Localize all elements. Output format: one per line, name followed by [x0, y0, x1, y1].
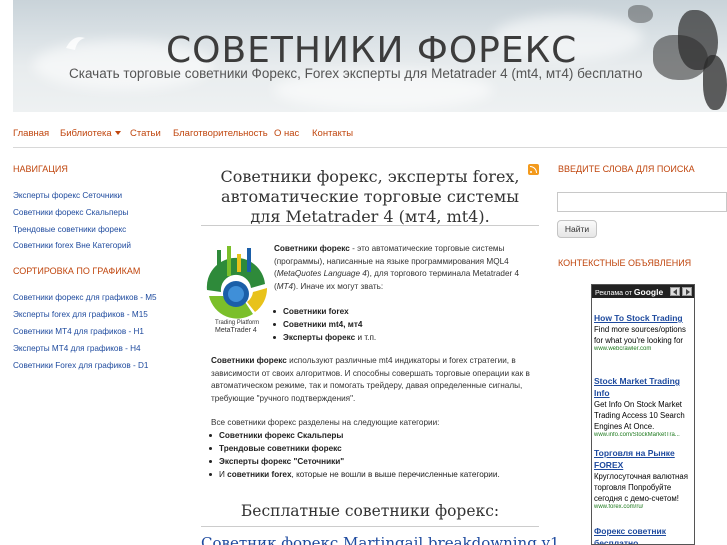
categories-list: Советники форекс Скальперы Трендовые сов… — [208, 429, 500, 481]
nav-item-about[interactable]: О нас — [274, 128, 299, 139]
section-title: Бесплатные советники форекс: — [240, 502, 500, 520]
description-paragraph: Советники форекс используют различные mt… — [211, 355, 539, 405]
list-item: Советники mt4, мт4 — [272, 318, 376, 331]
nav-item-contacts[interactable]: Контакты — [312, 128, 353, 139]
nav-divider — [13, 147, 727, 148]
sort-by-chart-heading: СОРТИРОВКА ПО ГРАФИКАМ — [13, 266, 141, 276]
search-heading: ВВЕДИТЕ СЛОВА ДЛЯ ПОИСКА — [558, 164, 695, 174]
intro-paragraph: Советники форекс - это автоматические то… — [274, 243, 540, 293]
sidebar-link-h1[interactable]: Советники МТ4 для графиков - H1 — [13, 327, 144, 336]
ad-item: Форекс советник бесплатно — [594, 525, 692, 544]
site-subtitle: Скачать торговые советники Форекс, Forex… — [69, 66, 643, 81]
description-bold: Советники форекс — [211, 356, 287, 365]
page-title: Советники форекс, эксперты forex, автома… — [220, 167, 520, 226]
ad-header-brand: Google — [633, 287, 664, 297]
alias-label: Эксперты форекс — [283, 333, 356, 342]
intro-bold: Советники форекс — [274, 244, 350, 253]
main-navigation: Главная Библиотека Статьи Благотворитель… — [13, 124, 727, 144]
category-text: , которые не вошли в выше перечисленные … — [291, 470, 500, 479]
ad-title[interactable]: Форекс советник бесплатно — [594, 525, 692, 544]
image-caption-line1: Trading Platform — [215, 320, 260, 326]
nav-item-home[interactable]: Главная — [13, 128, 49, 139]
alias-suffix: и т.п. — [355, 333, 377, 342]
ad-desc: Get Info On Stock Market Trading Access … — [594, 400, 685, 431]
header-ink-decoration — [703, 55, 727, 110]
caret-down-icon — [114, 131, 121, 136]
sidebar-link-m15[interactable]: Эксперты forex для графиков - M15 — [13, 310, 148, 319]
sidebar-link-grid-experts[interactable]: Эксперты форекс Сеточники — [13, 191, 122, 200]
sidebar-link-scalpers[interactable]: Советники форекс Скальперы — [13, 208, 128, 217]
navigation-heading: НАВИГАЦИЯ — [13, 164, 68, 174]
header-ink-decoration — [628, 5, 653, 23]
ad-url[interactable]: www.forex.com/ru/ — [594, 504, 692, 510]
title-divider — [201, 225, 539, 226]
ad-item: How To Stock Trading Find more sources/o… — [594, 312, 692, 352]
ad-url[interactable]: www.info.com/StockMarketTra... — [594, 432, 692, 438]
site-header: СОВЕТНИКИ ФОРЕКС Скачать торговые советн… — [13, 0, 727, 112]
aliases-list: Советники forex Советники mt4, мт4 Экспе… — [272, 305, 376, 344]
categories-intro: Все советники форекс разделены на следую… — [211, 418, 440, 427]
ad-block: Реклама от Google How To Stock Trading F… — [591, 284, 695, 545]
ad-title[interactable]: Торговля на Рынке FOREX — [594, 447, 692, 471]
sidebar-link-trend[interactable]: Трендовые советники форекс — [13, 225, 126, 234]
nav-item-charity[interactable]: Благотворительность — [173, 128, 268, 139]
ad-desc: Find more sources/options for what you'r… — [594, 325, 686, 345]
sidebar-link-d1[interactable]: Советники Forex для графиков - D1 — [13, 361, 148, 370]
ad-title[interactable]: How To Stock Trading — [594, 312, 692, 324]
section-divider — [201, 526, 539, 527]
nav-item-articles[interactable]: Статьи — [130, 128, 161, 139]
intro-italic1: MetaQuotes Language 4 — [276, 269, 367, 278]
ad-header-label: Реклама от — [595, 290, 632, 297]
rss-icon[interactable] — [528, 164, 539, 175]
metatrader-logo: Trading Platform MetaTrader 4 — [201, 244, 271, 336]
next-arrow-icon[interactable] — [682, 287, 692, 296]
category-bold: советники forex — [227, 470, 292, 479]
list-item: И советники forex, которые не вошли в вы… — [208, 468, 500, 481]
list-item: Советники forex — [272, 305, 376, 318]
site-title[interactable]: СОВЕТНИКИ ФОРЕКС — [166, 30, 577, 71]
image-caption-line2: MetaTrader 4 — [215, 327, 257, 334]
list-item: Трендовые советники форекс — [208, 442, 500, 455]
ad-desc: Круглосуточная валютная торговля Попробу… — [594, 472, 688, 503]
ad-item: Торговля на Рынке FOREX Круглосуточная в… — [594, 447, 692, 510]
ads-heading: КОНТЕКСТНЫЕ ОБЪЯВЛЕНИЯ — [558, 258, 692, 268]
search-button[interactable]: Найти — [557, 220, 597, 238]
sidebar-link-uncategorized[interactable]: Советники forex Вне Категорий — [13, 241, 131, 250]
header-bird-decoration — [66, 37, 85, 50]
ad-title[interactable]: Stock Market Trading Info — [594, 375, 692, 399]
header-ink-decoration — [653, 35, 708, 80]
list-item: Советники форекс Скальперы — [208, 429, 500, 442]
ad-url[interactable]: www.webcrawler.com — [594, 346, 692, 352]
expert-link[interactable]: Советник форекс Martingail breakdowning … — [201, 534, 560, 545]
list-item: Эксперты форекс "Сеточники" — [208, 455, 500, 468]
intro-text3: ). Иначе их могут звать: — [293, 281, 384, 291]
prev-arrow-icon[interactable] — [670, 287, 680, 296]
nav-item-library-label: Библиотека — [60, 128, 112, 139]
sidebar-link-h4[interactable]: Эксперты МТ4 для графиков - H4 — [13, 344, 141, 353]
intro-italic2: MT4 — [276, 281, 294, 291]
search-input[interactable] — [557, 192, 727, 212]
ad-header: Реклама от Google — [592, 285, 694, 298]
list-item: Эксперты форекс и т.п. — [272, 331, 376, 344]
ad-item: Stock Market Trading Info Get Info On St… — [594, 375, 692, 438]
sidebar-link-m5[interactable]: Советники форекс для графиков - M5 — [13, 293, 157, 302]
nav-item-library[interactable]: Библиотека — [60, 128, 121, 139]
category-prefix: И — [219, 470, 228, 479]
